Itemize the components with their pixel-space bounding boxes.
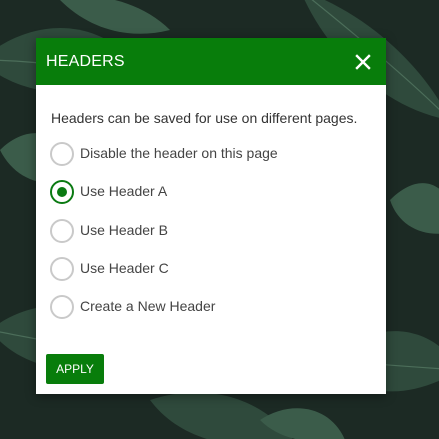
apply-button[interactable]: APPLY xyxy=(46,354,104,384)
option-label: Use Header A xyxy=(80,183,168,199)
option-header-a[interactable]: Use Header A xyxy=(50,180,370,204)
radio-header-a[interactable] xyxy=(50,180,74,204)
option-label: Create a New Header xyxy=(80,298,216,314)
dialog-description: Headers can be saved for use on differen… xyxy=(51,110,358,126)
radio-header-c[interactable] xyxy=(50,257,74,281)
option-create-new-header[interactable]: Create a New Header xyxy=(50,295,370,319)
option-label: Use Header B xyxy=(80,222,168,238)
option-label: Use Header C xyxy=(80,260,169,276)
radio-header-b[interactable] xyxy=(50,219,74,243)
headers-dialog: HEADERS Headers can be saved for use on … xyxy=(36,38,386,394)
option-disable-header[interactable]: Disable the header on this page xyxy=(50,142,370,166)
option-header-b[interactable]: Use Header B xyxy=(50,219,370,243)
radio-create-new-header[interactable] xyxy=(50,295,74,319)
dialog-title: HEADERS xyxy=(46,53,125,70)
option-label: Disable the header on this page xyxy=(80,145,278,161)
radio-disable-header[interactable] xyxy=(50,142,74,166)
close-icon xyxy=(355,54,371,70)
close-button[interactable] xyxy=(350,49,376,75)
option-header-c[interactable]: Use Header C xyxy=(50,257,370,281)
dialog-header: HEADERS xyxy=(36,38,386,85)
